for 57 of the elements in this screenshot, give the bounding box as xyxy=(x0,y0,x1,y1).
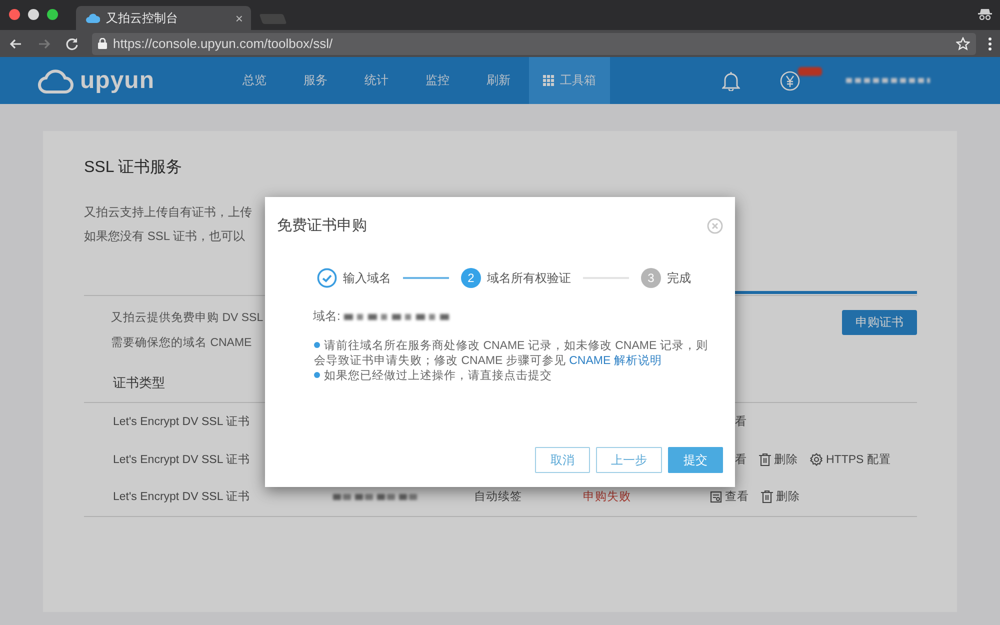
note-text: 如果您已经做过上述操作，请直接点击提交 xyxy=(314,369,713,384)
table-cell-text: Let's Encrypt DV SSL 证书 xyxy=(113,414,251,430)
browser-tab[interactable]: 又拍云控制台 × xyxy=(76,6,251,30)
minimize-window-button[interactable] xyxy=(28,9,39,20)
close-window-button[interactable] xyxy=(9,9,20,20)
table-cell: 自动续签 xyxy=(474,491,522,504)
blurred-badge xyxy=(798,66,822,76)
grid-icon xyxy=(543,75,554,86)
submit-button[interactable]: 提交 xyxy=(668,447,723,473)
step-number: 2 xyxy=(461,268,481,288)
delete-link[interactable]: 删除 xyxy=(761,489,800,504)
view-link[interactable]: 看 xyxy=(735,452,747,467)
table-cell-text: Let's Encrypt DV SSL 证书 xyxy=(113,490,251,504)
nav-tab[interactable]: 刷新 xyxy=(468,57,529,104)
cloud-logo-icon xyxy=(38,68,74,94)
dialog-button[interactable]: 取消 xyxy=(535,447,590,473)
lock-icon xyxy=(98,38,107,49)
incognito-icon xyxy=(978,8,992,20)
nav-tab[interactable]: 监控 xyxy=(407,57,468,104)
logo-text: upyun xyxy=(80,66,154,94)
status-text: 申购失败 xyxy=(583,491,631,504)
url-text: https://console.upyun.com/toolbox/ssl/ xyxy=(113,36,334,51)
step-label: 输入域名 xyxy=(343,270,391,286)
yen-icon[interactable] xyxy=(780,70,800,90)
info-text: 需要确保您的域名 CNAME xyxy=(111,336,252,351)
delete-link[interactable]: 删除 xyxy=(759,452,798,467)
reload-icon[interactable] xyxy=(64,36,80,52)
nav-tab[interactable]: 总览 xyxy=(224,57,285,104)
help-link[interactable]: CNAME 解析说明 xyxy=(569,355,662,367)
buy-certificate-button[interactable]: 申购证书 xyxy=(842,310,917,335)
address-bar[interactable]: https://console.upyun.com/toolbox/ssl/ xyxy=(92,32,976,54)
tab-title: 又拍云控制台 xyxy=(106,10,179,26)
dialog-title: 免费证书申购 xyxy=(277,216,367,235)
step-label: 域名所有权验证 xyxy=(487,270,571,286)
step-label: 完成 xyxy=(667,270,691,286)
domain-label: 域名: xyxy=(313,308,340,325)
maximize-window-button[interactable] xyxy=(47,9,58,20)
menu-icon[interactable] xyxy=(988,36,992,50)
close-tab-button[interactable]: × xyxy=(235,10,243,26)
bell-icon[interactable] xyxy=(722,70,740,90)
info-text: 又拍云提供免费申购 DV SSL xyxy=(111,310,264,326)
column-header: 证书类型 xyxy=(113,375,165,390)
star-icon[interactable] xyxy=(956,36,970,50)
nav-tab[interactable]: 工具箱 xyxy=(529,57,610,104)
view-link[interactable]: 查看 xyxy=(710,489,749,504)
nav-tab[interactable]: 服务 xyxy=(285,57,346,104)
table-cell-text: Let's Encrypt DV SSL 证书 xyxy=(113,452,251,467)
note-text: 请前往域名所在服务商处修改 CNAME 记录，如未修改 CNAME 记录，则会导致证书申请失败；修改 CNAME 步骤可参见 CNAME 解析说明 xyxy=(314,339,709,369)
step-number: 3 xyxy=(641,268,661,288)
view-link[interactable]: 看 xyxy=(735,414,747,430)
dialog-button[interactable]: 上一步 xyxy=(596,447,662,473)
intro-text: 又拍云支持上传自有证书，上传 xyxy=(84,204,252,221)
cloud-icon xyxy=(86,13,100,23)
intro-text: 如果您没有 SSL 证书，也可以 xyxy=(84,228,245,245)
nav-tab[interactable]: 统计 xyxy=(346,57,407,104)
https-link[interactable]: HTTPS 配置 xyxy=(810,452,891,467)
page-title: SSL 证书服务 xyxy=(84,158,184,178)
